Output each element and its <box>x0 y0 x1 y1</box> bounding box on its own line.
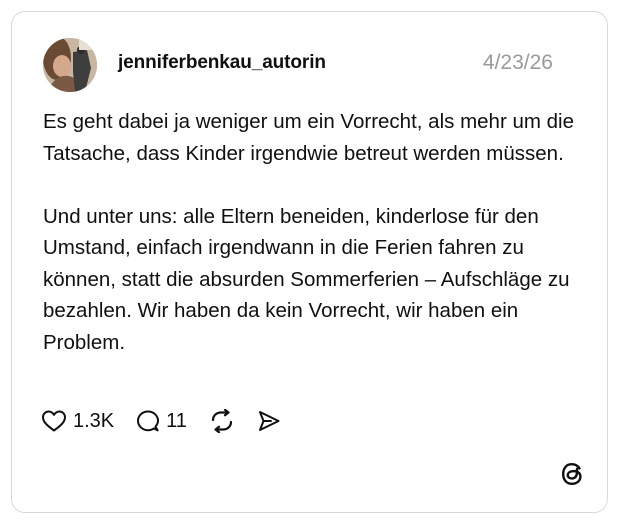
threads-logo[interactable] <box>558 459 588 489</box>
like-count: 1.3K <box>73 409 115 432</box>
post-paragraph-1: Es geht dabei ja weniger um ein Vorrecht… <box>43 110 574 165</box>
username[interactable]: jenniferbenkau_autorin <box>118 52 326 74</box>
repost-button[interactable] <box>209 409 235 433</box>
post-date: 4/23/26 <box>482 51 553 74</box>
action-bar: 1.3K 11 <box>41 407 281 435</box>
post-body: Es geht dabei ja weniger um ein Vorrecht… <box>43 106 583 358</box>
reply-button[interactable]: 11 <box>136 409 187 433</box>
post-card: jenniferbenkau_autorin 4/23/26 Es geht d… <box>11 11 608 513</box>
like-button[interactable]: 1.3K <box>41 409 114 433</box>
threads-logo-icon <box>562 463 582 485</box>
repost-icon <box>211 409 233 433</box>
heart-icon <box>42 410 66 432</box>
speech-bubble-icon <box>137 410 160 432</box>
share-button[interactable] <box>257 409 281 433</box>
avatar[interactable] <box>43 38 97 92</box>
avatar-photo <box>43 38 97 92</box>
reply-count: 11 <box>166 409 187 432</box>
send-icon <box>258 411 280 431</box>
post-paragraph-2: Und unter uns: alle Eltern beneiden, kin… <box>43 204 570 354</box>
